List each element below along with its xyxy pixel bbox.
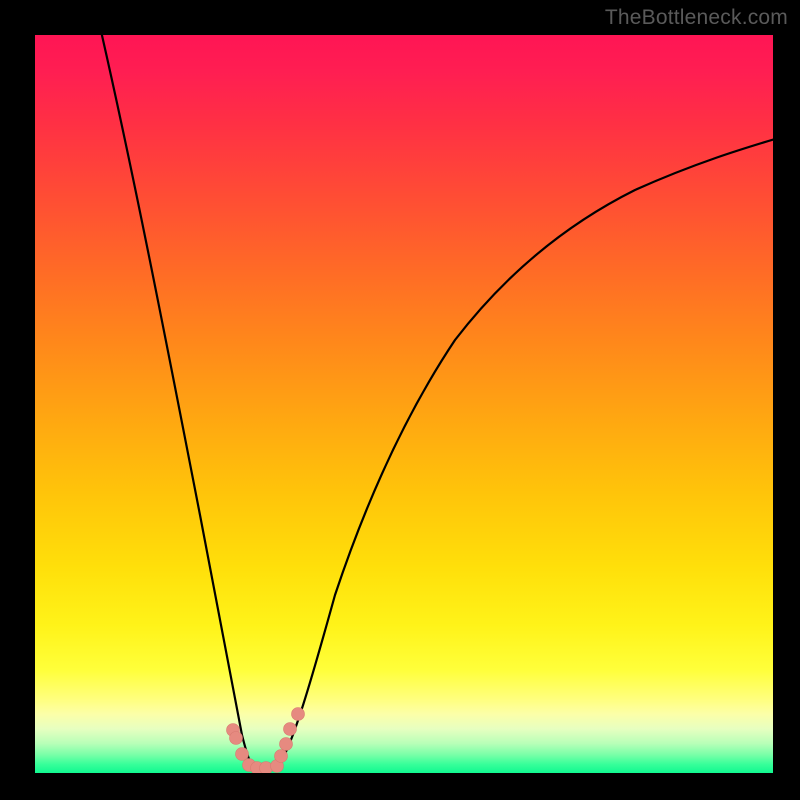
bottleneck-curve xyxy=(35,35,773,773)
data-marker xyxy=(275,750,288,763)
data-marker xyxy=(230,732,243,745)
watermark-text: TheBottleneck.com xyxy=(605,6,788,30)
chart-container: TheBottleneck.com xyxy=(0,0,800,800)
data-marker xyxy=(292,708,305,721)
data-marker xyxy=(236,748,249,761)
plot-area xyxy=(35,35,773,773)
data-marker xyxy=(284,723,297,736)
curve-path xyxy=(95,35,773,771)
data-marker xyxy=(280,738,293,751)
